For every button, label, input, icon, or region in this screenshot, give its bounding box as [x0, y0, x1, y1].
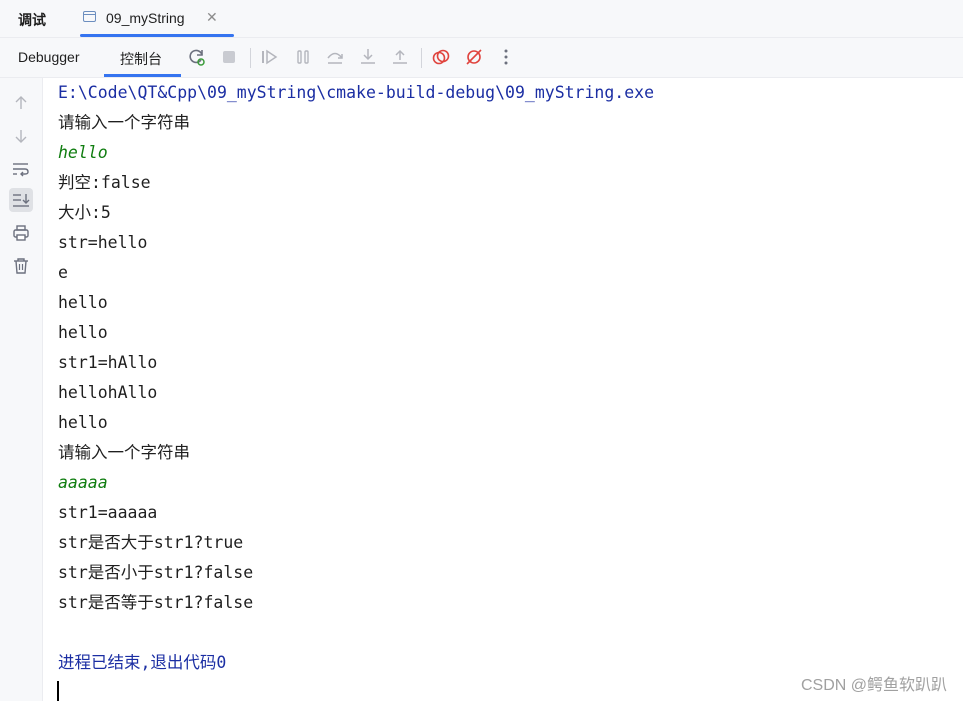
active-tab-indicator: [104, 74, 181, 77]
pause-icon[interactable]: [293, 47, 313, 67]
console-line-output: e: [58, 263, 68, 282]
session-tab[interactable]: 09_myString ✕: [68, 0, 234, 37]
tool-window-title: 调试: [18, 12, 46, 28]
rerun-icon[interactable]: [187, 47, 207, 67]
breakpoints-icon[interactable]: [431, 47, 451, 67]
console-line-output: str=hello: [58, 233, 148, 252]
trash-icon[interactable]: [9, 254, 33, 278]
tool-window-header: 调试 09_myString ✕: [0, 0, 963, 38]
watermark: CSDN @鳄鱼软趴趴: [800, 677, 947, 694]
step-into-icon[interactable]: [358, 47, 378, 67]
scroll-to-end-icon[interactable]: [9, 188, 33, 212]
toolbar-divider: [421, 48, 422, 68]
print-icon[interactable]: [9, 221, 33, 245]
console-line-output: str是否小于str1?false: [58, 563, 254, 582]
console-line-output: str1=hAllo: [58, 353, 158, 372]
console-line-output: str1=aaaaa: [58, 503, 158, 522]
close-icon[interactable]: ✕: [206, 9, 218, 26]
console-output[interactable]: E:\Code\QT&Cpp\09_myString\cmake-build-d…: [58, 80, 963, 680]
console-line-output: hello: [58, 413, 108, 432]
window-icon: [83, 11, 96, 22]
console-line-output: str是否大于str1?true: [58, 533, 244, 552]
console-line-input: hello: [58, 143, 108, 162]
more-icon[interactable]: [496, 47, 516, 67]
mute-breakpoints-icon[interactable]: [464, 47, 484, 67]
toolbar-divider: [250, 48, 251, 68]
debug-toolbar: Debugger 控制台: [0, 38, 963, 78]
step-over-icon[interactable]: [325, 47, 345, 67]
console-line-output: 请输入一个字符串: [58, 443, 190, 462]
stop-icon[interactable]: [219, 47, 239, 67]
console-line-output: 判空:false: [58, 173, 151, 192]
console-line-output: hellohAllo: [58, 383, 158, 402]
console-line-input: aaaaa: [58, 473, 108, 492]
active-tab-indicator: [80, 34, 234, 37]
console-line-output: str是否等于str1?false: [58, 593, 254, 612]
step-out-icon[interactable]: [390, 47, 410, 67]
console-line-path: E:\Code\QT&Cpp\09_myString\cmake-build-d…: [58, 83, 655, 102]
tab-debugger[interactable]: Debugger: [18, 49, 80, 65]
arrow-down-icon[interactable]: [9, 124, 33, 148]
console-line-output: [58, 620, 963, 650]
session-tab-label: 09_myString: [106, 10, 185, 26]
console-line-output: hello: [58, 323, 108, 342]
console-line-output: 请输入一个字符串: [58, 113, 190, 132]
console-line-output: 大小:5: [58, 203, 111, 222]
console-line-output: hello: [58, 293, 108, 312]
soft-wrap-icon[interactable]: [9, 157, 33, 181]
text-cursor: [57, 681, 59, 701]
resume-icon[interactable]: [259, 47, 279, 67]
console-side-toolbar: [0, 78, 43, 701]
tab-console[interactable]: 控制台: [120, 49, 963, 69]
arrow-up-icon[interactable]: [9, 91, 33, 115]
